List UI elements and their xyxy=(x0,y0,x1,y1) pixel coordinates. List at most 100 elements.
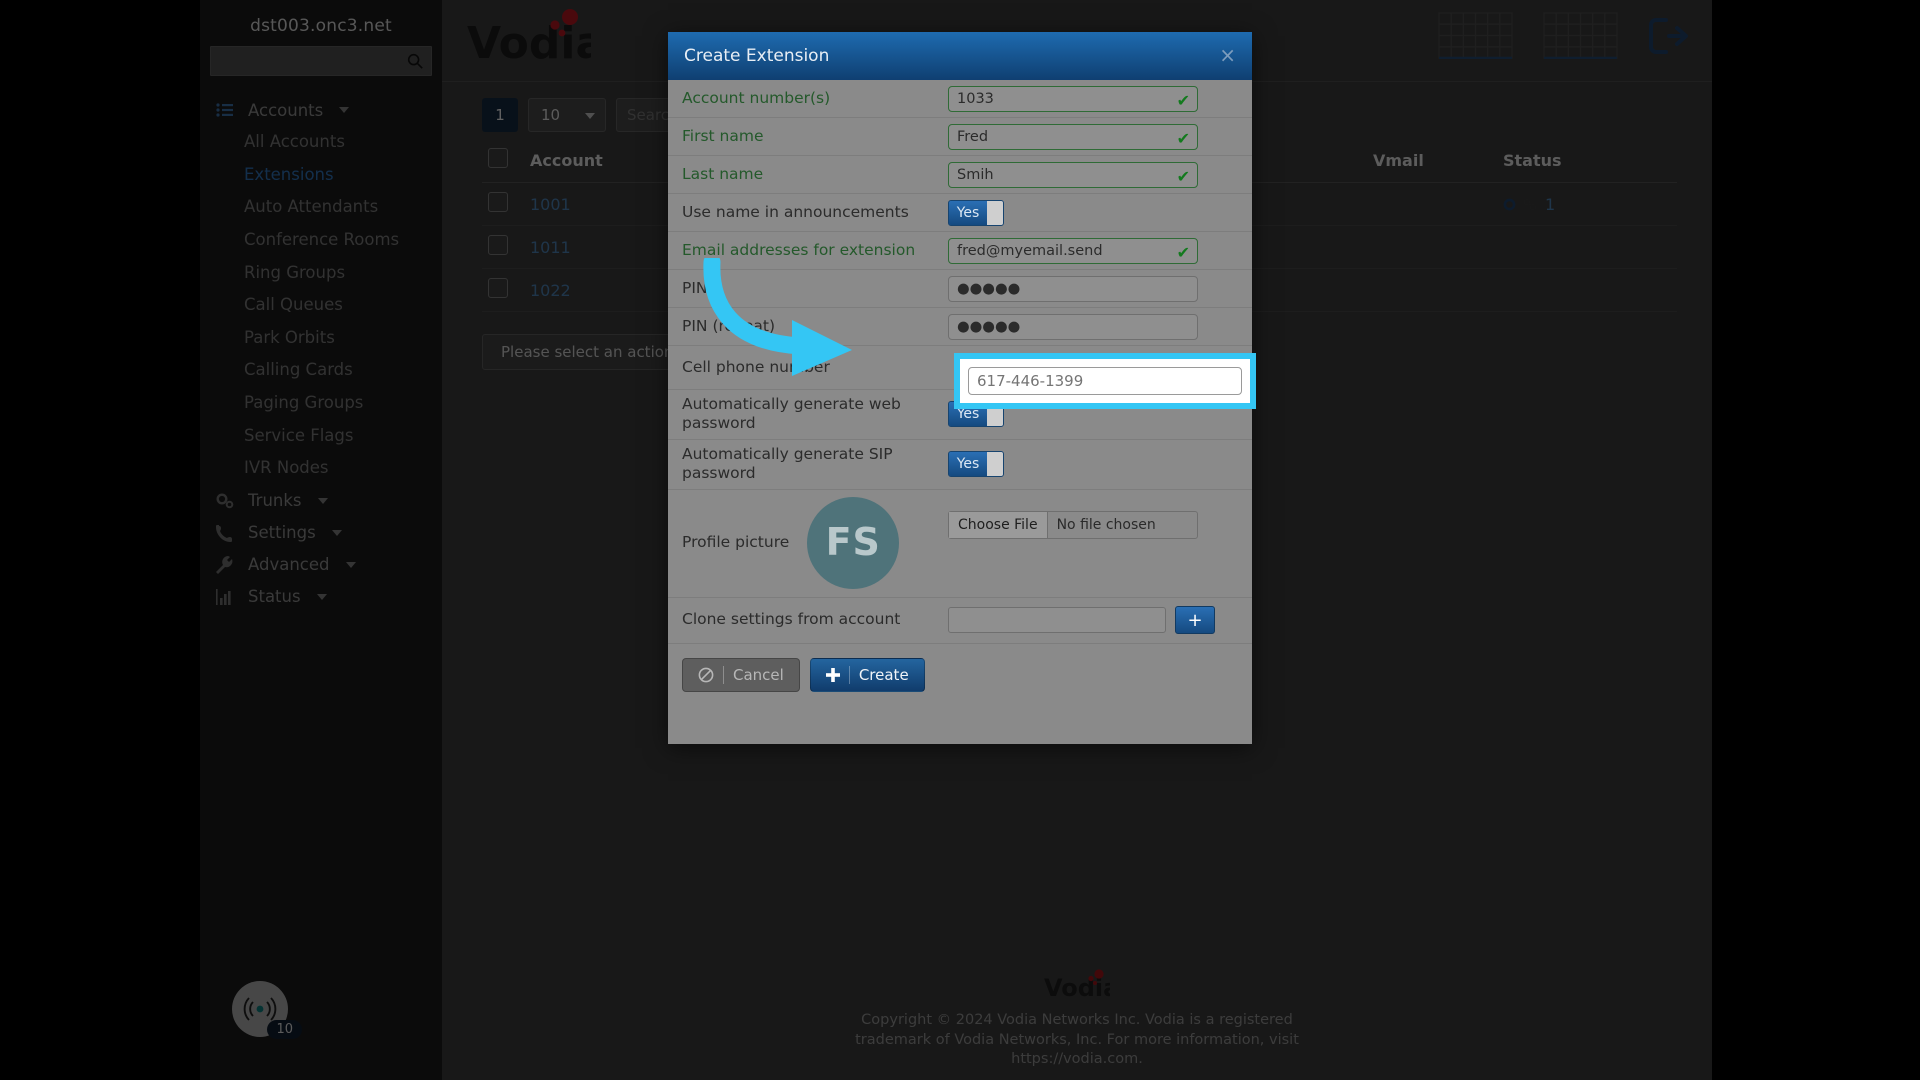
sidebar-group-trunks[interactable]: Trunks xyxy=(200,485,442,517)
sidebar-group-settings[interactable]: Settings xyxy=(200,517,442,549)
sidebar-group-label: Accounts xyxy=(248,100,324,120)
cell-phone-input[interactable] xyxy=(968,367,1242,395)
highlight-inner xyxy=(960,359,1250,403)
sidebar-group-advanced[interactable]: Advanced xyxy=(200,549,442,581)
logout-icon[interactable] xyxy=(1648,17,1690,55)
phone-icon xyxy=(214,523,236,543)
field-row-profile-picture: Profile picture FS Choose File No file c… xyxy=(668,490,1252,598)
row-checkbox[interactable] xyxy=(488,192,508,212)
pin-repeat-input[interactable] xyxy=(948,313,1198,340)
cell-phone-highlight-callout xyxy=(954,353,1256,409)
create-button[interactable]: Create xyxy=(809,657,925,692)
footer-vodia-logo: Vodia xyxy=(442,969,1712,1008)
topbar-actions xyxy=(1438,12,1690,59)
link-icon xyxy=(1523,198,1537,210)
check-icon: ✔ xyxy=(1176,128,1190,148)
control-pin-repeat xyxy=(948,313,1252,340)
select-all-header xyxy=(482,142,524,183)
control-use-name-announcements: Yes xyxy=(948,199,1252,226)
control-account-numbers: ✔ xyxy=(948,85,1252,112)
sidebar-group-accounts[interactable]: Accounts xyxy=(200,94,442,126)
sidebar-group-label: Status xyxy=(248,587,301,607)
label-profile-picture: Profile picture xyxy=(682,533,790,552)
sidebar-item-park-orbits[interactable]: Park Orbits xyxy=(200,322,442,355)
svg-text:Vodia: Vodia xyxy=(467,18,591,69)
signal-widget[interactable]: 10 xyxy=(232,981,302,1039)
pin-input[interactable] xyxy=(948,275,1198,302)
field-row-first-name: First name ✔ xyxy=(668,118,1252,156)
cancel-button[interactable]: Cancel xyxy=(682,657,800,692)
dialog-footer: Cancel Create xyxy=(668,644,1252,706)
grid-icon[interactable] xyxy=(1438,12,1513,59)
sidebar-item-conference-rooms[interactable]: Conference Rooms xyxy=(200,224,442,257)
field-row-account-numbers: Account number(s) ✔ xyxy=(668,80,1252,118)
check-icon: ✔ xyxy=(1176,90,1190,110)
toggle-label: Yes xyxy=(949,452,987,477)
sidebar-group-label: Settings xyxy=(248,523,316,543)
page-number[interactable]: 1 xyxy=(482,98,518,132)
sidebar-item-paging-groups[interactable]: Paging Groups xyxy=(200,387,442,420)
select-action-button[interactable]: Please select an action xyxy=(482,334,693,370)
label-profile-picture-wrap: Profile picture FS xyxy=(668,497,948,589)
host-name: dst003.onc3.net xyxy=(250,16,392,36)
column-status[interactable]: Status xyxy=(1497,142,1677,183)
control-profile-picture: Choose File No file chosen xyxy=(948,495,1252,539)
sidebar-item-all-accounts[interactable]: All Accounts xyxy=(200,126,442,159)
cell-vmail xyxy=(1367,182,1497,226)
use-name-announcements-toggle[interactable]: Yes xyxy=(948,199,1004,226)
row-checkbox[interactable] xyxy=(488,278,508,298)
registration-icon xyxy=(1503,198,1516,210)
label-clone-settings: Clone settings from account xyxy=(682,610,901,629)
page-size-select[interactable]: 10 xyxy=(528,98,606,132)
last-name-input[interactable] xyxy=(948,161,1198,188)
avatar: FS xyxy=(807,497,900,589)
wrench-icon xyxy=(214,555,236,575)
sidebar: dst003.onc3.net Accounts All Accounts Ex… xyxy=(200,0,442,1080)
control-last-name: ✔ xyxy=(948,161,1252,188)
sidebar-item-extensions[interactable]: Extensions xyxy=(200,159,442,192)
auto-sip-password-toggle[interactable]: Yes xyxy=(948,451,1004,478)
sidebar-item-auto-attendants[interactable]: Auto Attendants xyxy=(200,191,442,224)
sidebar-item-ivr-nodes[interactable]: IVR Nodes xyxy=(200,452,442,485)
sidebar-item-calling-cards[interactable]: Calling Cards xyxy=(200,354,442,387)
profile-picture-file-input[interactable]: Choose File No file chosen xyxy=(948,510,1198,539)
footer: Vodia Copyright © 2024 Vodia Networks In… xyxy=(442,969,1712,1070)
control-email-addresses: ✔ xyxy=(948,237,1252,264)
cell-status xyxy=(1497,225,1677,269)
search-input[interactable] xyxy=(211,47,431,75)
sidebar-item-call-queues[interactable]: Call Queues xyxy=(200,289,442,322)
cell-vmail xyxy=(1367,225,1497,269)
label-last-name: Last name xyxy=(682,164,764,183)
callout-arrow-icon xyxy=(703,258,852,376)
cell-status: 1 xyxy=(1497,182,1677,226)
column-vmail[interactable]: Vmail xyxy=(1367,142,1497,183)
sidebar-search[interactable] xyxy=(210,46,432,76)
chevron-down-icon xyxy=(316,593,327,600)
clone-settings-input[interactable] xyxy=(948,607,1166,633)
select-all-checkbox[interactable] xyxy=(488,148,508,168)
email-addresses-input[interactable] xyxy=(948,237,1198,264)
close-icon[interactable]: × xyxy=(1219,45,1236,65)
sidebar-item-service-flags[interactable]: Service Flags xyxy=(200,420,442,453)
choose-file-button[interactable]: Choose File xyxy=(949,511,1048,538)
check-icon: ✔ xyxy=(1176,242,1190,262)
account-numbers-input[interactable] xyxy=(948,85,1198,112)
row-select-cell xyxy=(482,225,524,269)
sidebar-group-label: Advanced xyxy=(248,555,330,575)
sidebar-group-status[interactable]: Status xyxy=(200,581,442,613)
sidebar-item-ring-groups[interactable]: Ring Groups xyxy=(200,257,442,290)
footer-line-3: https://vodia.com. xyxy=(1011,1051,1143,1068)
footer-line-2: trademark of Vodia Networks, Inc. For mo… xyxy=(855,1031,1299,1048)
check-icon: ✔ xyxy=(1176,166,1190,186)
vodia-logo: Vodia xyxy=(467,8,605,74)
create-label: Create xyxy=(858,665,909,684)
grid-icon[interactable] xyxy=(1543,12,1618,59)
first-name-input[interactable] xyxy=(948,123,1198,150)
cancel-label: Cancel xyxy=(733,665,784,684)
page-size-dropdown[interactable]: 10 xyxy=(529,99,605,131)
control-clone-settings: + xyxy=(948,606,1252,634)
search-icon xyxy=(407,53,423,69)
row-checkbox[interactable] xyxy=(488,235,508,255)
label-use-name-announcements: Use name in announcements xyxy=(682,202,909,221)
add-clone-button[interactable]: + xyxy=(1175,606,1216,634)
